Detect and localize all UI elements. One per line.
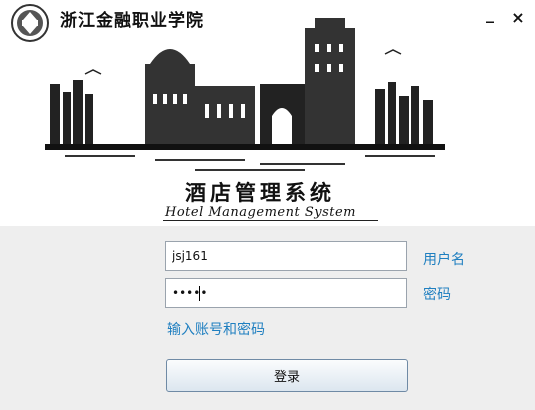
skyline-illustration	[45, 18, 445, 171]
app-title-cn: 酒店管理系统	[185, 180, 335, 205]
text-caret	[199, 286, 200, 301]
banner: 浙江金融职业学院 _ × 酒店管理系统 Hotel Management Sys…	[0, 0, 535, 226]
title-underline	[163, 220, 378, 221]
login-hint: 输入账号和密码	[167, 322, 265, 338]
username-input[interactable]	[165, 241, 407, 271]
password-label: 密码	[423, 287, 451, 303]
login-button[interactable]: 登录	[166, 359, 408, 392]
password-input[interactable]	[165, 278, 407, 308]
minimize-icon[interactable]: _	[482, 4, 498, 23]
close-icon[interactable]: ×	[510, 8, 526, 27]
app-title-en: Hotel Management System	[165, 205, 356, 220]
login-form: 用户名 密码 输入账号和密码 登录	[0, 226, 535, 410]
username-label: 用户名	[423, 252, 465, 268]
